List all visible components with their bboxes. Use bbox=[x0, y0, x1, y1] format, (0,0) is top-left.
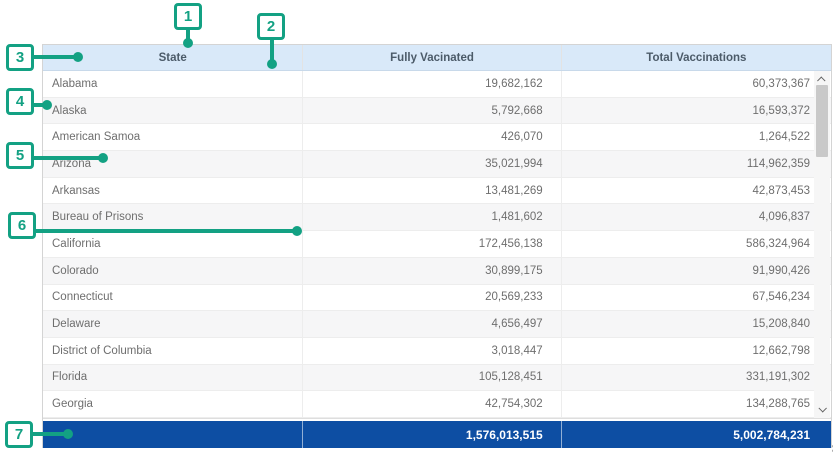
callout-7-label: 7 bbox=[15, 427, 23, 442]
cell-total_vaccinations: 91,990,426 bbox=[561, 258, 831, 284]
callout-1-label: 1 bbox=[184, 9, 192, 24]
cell-total_vaccinations: 15,208,840 bbox=[561, 311, 831, 337]
cell-fully_vaccinated: 20,569,233 bbox=[302, 285, 560, 311]
callout-4: 4 bbox=[6, 88, 34, 115]
cell-fully_vaccinated: 105,128,451 bbox=[302, 365, 560, 391]
cell-fully_vaccinated: 1,481,602 bbox=[302, 204, 560, 230]
cell-fully_vaccinated: 13,481,269 bbox=[302, 178, 560, 204]
cell-total_vaccinations: 12,662,798 bbox=[561, 338, 831, 364]
summary-row: 1,576,013,515 5,002,784,231 bbox=[43, 421, 831, 448]
cell-total_vaccinations: 4,096,837 bbox=[561, 204, 831, 230]
cell-fully_vaccinated: 172,456,138 bbox=[302, 231, 560, 257]
table-row[interactable]: Alaska5,792,66816,593,372 bbox=[43, 98, 831, 125]
callout-3: 3 bbox=[6, 44, 34, 71]
callout-3-label: 3 bbox=[16, 50, 24, 65]
cell-fully_vaccinated: 426,070 bbox=[302, 124, 560, 150]
table-row[interactable]: Connecticut20,569,23367,546,234 bbox=[43, 285, 831, 312]
table-header: State Fully Vacinated Total Vaccinations bbox=[43, 45, 831, 71]
callout-5-dot bbox=[98, 153, 108, 163]
callout-2-label: 2 bbox=[267, 19, 275, 34]
table-row[interactable]: Delaware4,656,49715,208,840 bbox=[43, 311, 831, 338]
callout-3-dot bbox=[73, 52, 83, 62]
cell-total_vaccinations: 331,191,302 bbox=[561, 365, 831, 391]
callout-4-dot bbox=[42, 100, 52, 110]
cell-total_vaccinations: 586,324,964 bbox=[561, 231, 831, 257]
table-row[interactable]: California172,456,138586,324,964 bbox=[43, 231, 831, 258]
chevron-up-icon bbox=[817, 76, 825, 84]
callout-6-line bbox=[32, 229, 297, 233]
cell-state: Arizona bbox=[43, 151, 302, 177]
table-row[interactable]: Arizona35,021,994114,962,359 bbox=[43, 151, 831, 178]
table-body: Alabama19,682,16260,373,367Alaska5,792,6… bbox=[43, 71, 831, 418]
cell-state: California bbox=[43, 231, 302, 257]
cell-fully_vaccinated: 42,754,302 bbox=[302, 391, 560, 417]
callout-2: 2 bbox=[257, 13, 285, 40]
table-row[interactable]: American Samoa426,0701,264,522 bbox=[43, 124, 831, 151]
cell-fully_vaccinated: 19,682,162 bbox=[302, 71, 560, 97]
app-canvas: State Fully Vacinated Total Vaccinations… bbox=[0, 0, 833, 453]
summary-state-cell bbox=[43, 421, 302, 448]
callout-1-dot bbox=[183, 38, 193, 48]
cell-total_vaccinations: 60,373,367 bbox=[561, 71, 831, 97]
callout-6-label: 6 bbox=[18, 218, 26, 233]
header-total-vaccinations[interactable]: Total Vaccinations bbox=[561, 45, 831, 70]
cell-total_vaccinations: 134,288,765 bbox=[561, 391, 831, 417]
cell-fully_vaccinated: 3,018,447 bbox=[302, 338, 560, 364]
vaccination-table: State Fully Vacinated Total Vaccinations… bbox=[42, 44, 832, 448]
scrollbar-thumb[interactable] bbox=[816, 85, 828, 157]
cell-state: Alaska bbox=[43, 98, 302, 124]
cell-state: Georgia bbox=[43, 391, 302, 417]
cell-total_vaccinations: 114,962,359 bbox=[561, 151, 831, 177]
callout-1: 1 bbox=[174, 3, 202, 30]
cell-state: Arkansas bbox=[43, 178, 302, 204]
callout-6-dot bbox=[292, 226, 302, 236]
summary-total-vaccinations: 5,002,784,231 bbox=[561, 421, 831, 448]
cell-total_vaccinations: 67,546,234 bbox=[561, 285, 831, 311]
cell-state: Connecticut bbox=[43, 285, 302, 311]
cell-state: Bureau of Prisons bbox=[43, 204, 302, 230]
cell-state: Colorado bbox=[43, 258, 302, 284]
header-fully-vaccinated[interactable]: Fully Vacinated bbox=[302, 45, 560, 70]
table-row[interactable]: District of Columbia3,018,44712,662,798 bbox=[43, 338, 831, 365]
cell-state: American Samoa bbox=[43, 124, 302, 150]
cell-total_vaccinations: 16,593,372 bbox=[561, 98, 831, 124]
vertical-scrollbar[interactable] bbox=[814, 71, 830, 418]
cell-fully_vaccinated: 4,656,497 bbox=[302, 311, 560, 337]
table-row[interactable]: Arkansas13,481,26942,873,453 bbox=[43, 178, 831, 205]
scroll-down-button[interactable] bbox=[814, 402, 830, 416]
table-row[interactable]: Alabama19,682,16260,373,367 bbox=[43, 71, 831, 98]
callout-7-dot bbox=[63, 429, 73, 439]
summary-fully-vaccinated: 1,576,013,515 bbox=[302, 421, 560, 448]
cell-state: Florida bbox=[43, 365, 302, 391]
cell-state: Alabama bbox=[43, 71, 302, 97]
callout-2-dot bbox=[267, 59, 277, 69]
callout-5: 5 bbox=[6, 142, 34, 169]
callout-4-label: 4 bbox=[16, 94, 24, 109]
callout-3-line bbox=[30, 55, 78, 59]
cell-total_vaccinations: 42,873,453 bbox=[561, 178, 831, 204]
table-row[interactable]: Georgia42,754,302134,288,765 bbox=[43, 391, 831, 418]
cell-state: Delaware bbox=[43, 311, 302, 337]
chevron-down-icon bbox=[818, 404, 826, 412]
callout-5-line bbox=[30, 156, 103, 160]
table-row[interactable]: Florida105,128,451331,191,302 bbox=[43, 365, 831, 392]
cell-state: District of Columbia bbox=[43, 338, 302, 364]
table-row[interactable]: Colorado30,899,17591,990,426 bbox=[43, 258, 831, 285]
cell-total_vaccinations: 1,264,522 bbox=[561, 124, 831, 150]
cell-fully_vaccinated: 30,899,175 bbox=[302, 258, 560, 284]
table-row[interactable]: Bureau of Prisons1,481,6024,096,837 bbox=[43, 204, 831, 231]
cell-fully_vaccinated: 35,021,994 bbox=[302, 151, 560, 177]
cell-fully_vaccinated: 5,792,668 bbox=[302, 98, 560, 124]
callout-5-label: 5 bbox=[16, 148, 24, 163]
callout-6: 6 bbox=[8, 212, 36, 239]
callout-7: 7 bbox=[5, 421, 33, 448]
